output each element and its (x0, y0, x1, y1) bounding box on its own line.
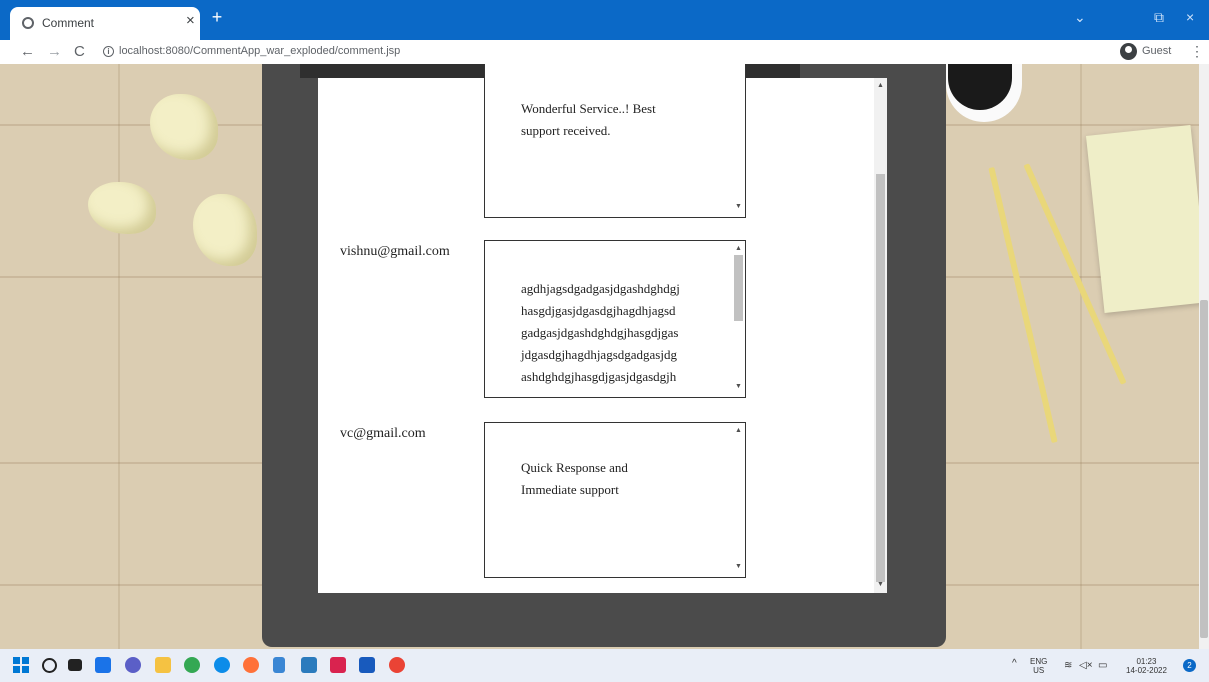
clock-time: 01:23 (1136, 657, 1157, 666)
new-tab-button[interactable]: + (207, 7, 227, 27)
chrome-icon[interactable] (184, 657, 200, 673)
textarea-scrollbar[interactable]: ▼ (732, 64, 745, 217)
intellij-icon[interactable] (330, 657, 346, 673)
tab-title: Comment (42, 16, 95, 30)
region-code: US (1033, 666, 1045, 675)
comment-text: Quick Response and Immediate support (521, 460, 628, 497)
crumpled-paper-image (193, 194, 257, 266)
scroll-up-arrow-icon[interactable]: ▲ (735, 427, 742, 435)
scroll-up-arrow-icon[interactable]: ▲ (877, 82, 884, 90)
address-bar[interactable]: localhost:8080/CommentApp_war_exploded/c… (119, 45, 400, 57)
close-tab-icon[interactable]: × (186, 13, 195, 29)
window-close-icon[interactable]: × (1186, 9, 1194, 25)
notepad-icon[interactable] (273, 657, 285, 673)
start-icon[interactable] (13, 657, 29, 673)
clock[interactable]: 01:23 14-02-2022 (1126, 657, 1167, 675)
language-indicator[interactable]: ENG US (1030, 657, 1047, 675)
scroll-down-arrow-icon[interactable]: ▼ (735, 563, 742, 571)
page-scrollbar-thumb[interactable] (1200, 300, 1208, 638)
volume-icon[interactable]: ◁× (1079, 661, 1093, 671)
scroll-down-arrow-icon[interactable]: ▼ (735, 383, 742, 391)
desk-plank-line (1080, 64, 1082, 649)
comment-email: vc@gmail.com (340, 426, 426, 441)
search-icon[interactable] (42, 658, 57, 673)
page-viewport: Wonderful Service..! Best support receiv… (0, 64, 1209, 649)
chrome-guest-icon[interactable] (389, 657, 405, 673)
snipping-tool-icon[interactable] (301, 657, 317, 673)
browser-tab[interactable]: Comment × (10, 7, 200, 40)
notepad-image (1085, 124, 1209, 314)
back-icon[interactable]: ← (20, 43, 35, 61)
battery-icon[interactable]: ▭ (1098, 661, 1107, 671)
scroll-down-arrow-icon[interactable]: ▼ (877, 581, 884, 589)
chevron-up-icon[interactable]: ^ (1012, 659, 1017, 669)
firefox-icon[interactable] (243, 657, 259, 673)
browser-toolbar: ← → C i localhost:8080/CommentApp_war_ex… (0, 40, 1209, 64)
comment-text: agdhjagsdgadgasjdgashdghdgj hasgdjgasjdg… (521, 281, 680, 384)
wifi-icon[interactable]: ≋ (1064, 661, 1072, 671)
desk-plank-line (118, 64, 120, 649)
scroll-down-arrow-icon[interactable]: ▼ (735, 203, 742, 211)
textarea-scrollbar[interactable]: ▲ ▼ (732, 423, 745, 577)
comment-textarea[interactable]: Quick Response and Immediate support ▲ ▼ (484, 422, 746, 578)
chat-icon[interactable] (125, 657, 141, 673)
globe-icon (22, 17, 34, 29)
textarea-scrollbar[interactable]: ▲ ▼ (732, 241, 745, 397)
forward-icon[interactable]: → (47, 43, 62, 61)
widgets-icon[interactable] (95, 657, 111, 673)
comment-email: vishnu@gmail.com (340, 244, 450, 259)
profile-label: Guest (1142, 45, 1172, 57)
file-explorer-icon[interactable] (155, 657, 171, 673)
scroll-up-arrow-icon[interactable]: ▲ (735, 245, 742, 253)
site-info-icon[interactable]: i (103, 46, 114, 57)
crumpled-paper-image (150, 94, 218, 160)
reload-icon[interactable]: C (74, 43, 85, 61)
task-view-icon[interactable] (68, 659, 82, 671)
browser-tab-bar: Comment × + ⌄ ⧉ × (0, 0, 1209, 40)
clock-date: 14-02-2022 (1126, 666, 1167, 675)
notification-badge[interactable]: 2 (1183, 659, 1196, 672)
person-icon (1120, 43, 1137, 60)
word-icon[interactable] (359, 657, 375, 673)
comment-textarea[interactable]: Wonderful Service..! Best support receiv… (484, 64, 746, 218)
comment-text: Wonderful Service..! Best support receiv… (521, 101, 656, 138)
minimize-icon[interactable]: ⌄ (1074, 9, 1086, 25)
scrollbar-thumb[interactable] (734, 255, 743, 321)
crumpled-paper-image (88, 182, 156, 234)
windows-taskbar: ^ ENG US ≋ ◁× ▭ 01:23 14-02-2022 2 (0, 649, 1209, 682)
menu-icon[interactable]: ⋮ (1190, 43, 1204, 60)
card-scrollbar-thumb[interactable] (876, 174, 885, 582)
edge-icon[interactable] (214, 657, 230, 673)
restore-icon[interactable]: ⧉ (1154, 9, 1164, 25)
comment-textarea[interactable]: agdhjagsdgadgasjdgashdghdgj hasgdjgasjdg… (484, 240, 746, 398)
language-code: ENG (1030, 657, 1048, 666)
